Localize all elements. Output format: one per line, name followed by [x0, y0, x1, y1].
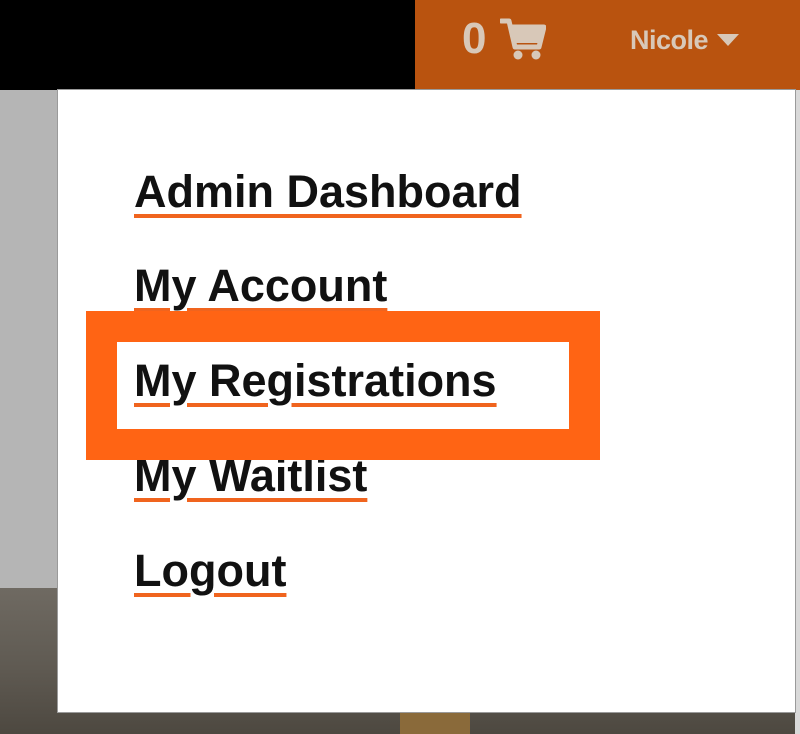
menu-item-my-account[interactable]: My Account	[134, 260, 387, 312]
menu-item-my-registrations[interactable]: My Registrations	[134, 355, 497, 407]
cart-count: 0	[462, 14, 487, 63]
menu-item-logout[interactable]: Logout	[134, 545, 286, 597]
page-background-edge	[795, 90, 800, 734]
user-menu-toggle[interactable]: Nicole	[630, 20, 740, 60]
cart-icon	[500, 17, 547, 61]
user-dropdown-menu: Admin Dashboard My Account My Registrati…	[58, 90, 795, 712]
page-background	[0, 90, 60, 590]
menu-item-admin-dashboard[interactable]: Admin Dashboard	[134, 166, 522, 218]
cart-button[interactable]: 0	[462, 14, 547, 64]
user-name: Nicole	[630, 24, 709, 55]
caret-down-icon	[716, 33, 740, 47]
menu-item-my-waitlist[interactable]: My Waitlist	[134, 450, 367, 502]
